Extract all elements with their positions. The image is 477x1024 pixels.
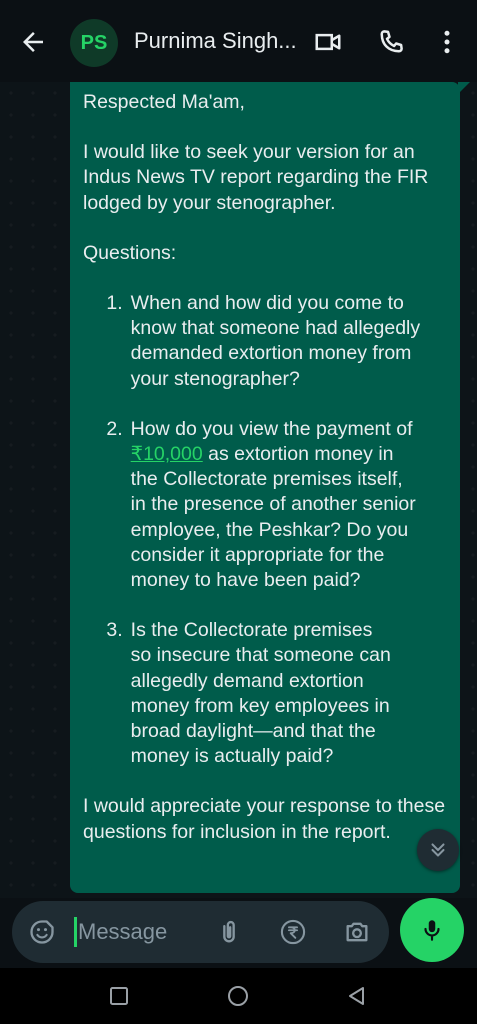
intro-paragraph: I would like to seek your version for an…	[83, 141, 429, 214]
message-text: Respected Ma'am, I would like to seek yo…	[83, 90, 446, 845]
recent-apps-icon[interactable]	[107, 984, 131, 1008]
double-chevron-down-icon	[431, 843, 445, 857]
contact-name[interactable]: Purnima Singh...	[134, 28, 297, 54]
question-2: 2. How do you view the payment of ₹10,00…	[106, 417, 416, 592]
scroll-down-button[interactable]	[417, 829, 459, 871]
text-cursor	[74, 917, 77, 947]
video-call-icon[interactable]	[313, 27, 343, 57]
avatar[interactable]: PS	[70, 19, 118, 67]
chat-area[interactable]: Respected Ma'am, I would like to seek yo…	[0, 82, 477, 898]
mic-icon	[424, 920, 440, 941]
mic-button[interactable]	[400, 898, 464, 962]
home-icon[interactable]	[226, 984, 250, 1008]
message-input-container[interactable]: Message	[12, 901, 389, 963]
message-bubble[interactable]: Respected Ma'am, I would like to seek yo…	[70, 82, 470, 893]
back-nav-icon[interactable]	[345, 984, 369, 1008]
more-vert-icon[interactable]	[432, 27, 462, 57]
phone-icon[interactable]	[376, 27, 406, 57]
system-nav-bar	[0, 968, 477, 1024]
closing-paragraph: I would appreciate your response to thes…	[83, 795, 446, 843]
bubble-tail	[458, 82, 470, 94]
sticker-icon[interactable]	[28, 918, 56, 946]
greeting: Respected Ma'am,	[83, 91, 245, 113]
question-3: 3. Is the Collectorate premises so insec…	[106, 619, 391, 768]
amount-link[interactable]: ₹10,000	[131, 443, 203, 465]
attach-icon[interactable]	[215, 918, 243, 946]
message-input[interactable]: Message	[78, 919, 167, 945]
composer: Message	[0, 898, 477, 968]
questions-heading: Questions:	[83, 241, 177, 264]
rupee-payment-icon[interactable]	[279, 918, 307, 946]
question-1: 1. When and how did you come to know tha…	[106, 292, 421, 390]
chat-header: PS Purnima Singh...	[0, 0, 477, 82]
back-arrow-icon[interactable]	[18, 27, 48, 57]
camera-icon[interactable]	[343, 918, 371, 946]
